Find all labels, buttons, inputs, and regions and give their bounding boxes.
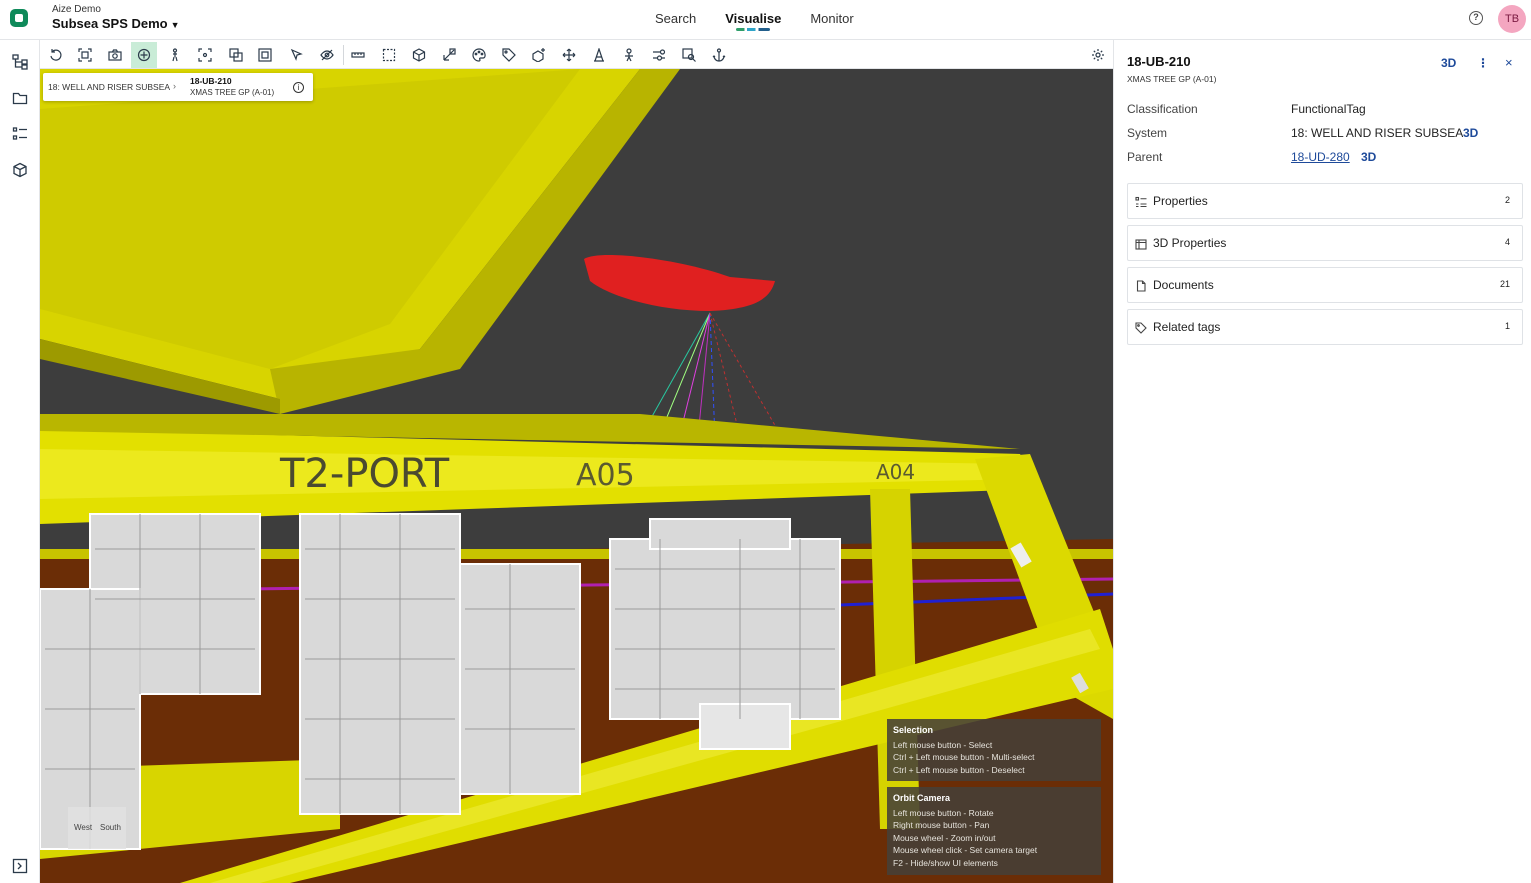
orbit-camera-hint-box: Orbit Camera Left mouse button - Rotate … bbox=[887, 787, 1101, 875]
project-name: Subsea SPS Demo bbox=[52, 16, 168, 31]
chevron-right-icon: › bbox=[173, 81, 176, 91]
section-label: Properties bbox=[1153, 194, 1208, 208]
section-properties[interactable]: Properties 2 bbox=[1127, 183, 1523, 219]
color-palette-icon[interactable] bbox=[466, 42, 492, 68]
section-count: 4 bbox=[1504, 237, 1510, 247]
3d-box-icon[interactable] bbox=[406, 42, 432, 68]
tag-icon[interactable] bbox=[496, 42, 522, 68]
section-count: 2 bbox=[1504, 195, 1510, 205]
system-label: System bbox=[1127, 126, 1168, 140]
toolbar-divider bbox=[343, 45, 344, 65]
camera-icon[interactable] bbox=[102, 42, 128, 68]
top-bar: Aize Demo Subsea SPS Demo ▼ Search Visual… bbox=[0, 0, 1531, 40]
section-label: Documents bbox=[1153, 278, 1214, 292]
caret-down-icon: ▼ bbox=[170, 20, 180, 30]
panel-title: 18-UB-210 bbox=[1127, 54, 1191, 69]
parent-link[interactable]: 18-UD-280 bbox=[1291, 150, 1350, 164]
search-region-icon[interactable] bbox=[676, 42, 702, 68]
project-selector[interactable]: Subsea SPS Demo ▼ bbox=[52, 16, 180, 31]
nav-tab-visualise[interactable]: Visualise bbox=[725, 0, 781, 40]
hint-line: Ctrl + Left mouse button - Multi-select bbox=[893, 752, 1035, 763]
beam-label-a04: A04 bbox=[876, 460, 915, 484]
panel-subtitle: XMAS TREE GP (A-01) bbox=[1127, 74, 1217, 84]
measure-ruler-icon[interactable] bbox=[345, 42, 371, 68]
layers-settings-icon[interactable] bbox=[646, 42, 672, 68]
details-panel: 18-UB-210 XMAS TREE GP (A-01) 3D ⋮ × Cla… bbox=[1113, 40, 1531, 883]
breadcrumb-system-link[interactable]: 18: WELL AND RISER SUBSEA bbox=[48, 82, 170, 92]
viewer-toolbar bbox=[40, 40, 1113, 69]
move-icon[interactable] bbox=[556, 42, 582, 68]
hierarchy-icon[interactable] bbox=[12, 54, 28, 70]
section-box-icon[interactable] bbox=[376, 42, 402, 68]
left-rail bbox=[0, 40, 40, 883]
compass-widget[interactable]: West South bbox=[68, 807, 126, 849]
hint-line: Ctrl + Left mouse button - Deselect bbox=[893, 764, 1025, 775]
help-icon[interactable]: ? bbox=[1469, 11, 1483, 25]
selection-breadcrumb: 18: WELL AND RISER SUBSEA › 18-UB-210 XM… bbox=[43, 73, 313, 101]
beam-label-t2-port: T2-PORT bbox=[279, 451, 450, 497]
section-label: 3D Properties bbox=[1153, 236, 1227, 250]
close-icon[interactable]: × bbox=[1505, 55, 1513, 70]
section-count: 21 bbox=[1499, 279, 1510, 289]
user-avatar[interactable]: TB bbox=[1498, 5, 1526, 33]
reset-view-icon[interactable] bbox=[43, 42, 69, 68]
nav-tab-monitor[interactable]: Monitor bbox=[810, 0, 853, 40]
classification-label: Classification bbox=[1127, 102, 1198, 116]
hint-line: Right mouse button - Pan bbox=[893, 820, 990, 831]
walk-mode-icon[interactable] bbox=[162, 42, 188, 68]
anchor-icon[interactable] bbox=[706, 42, 732, 68]
more-options-icon[interactable]: ⋮ bbox=[1477, 56, 1489, 70]
height-marker-icon[interactable] bbox=[586, 42, 612, 68]
organization-name: Aize Demo bbox=[52, 4, 101, 15]
parent-3d-button[interactable]: 3D bbox=[1361, 150, 1376, 164]
point-cloud-icon[interactable] bbox=[436, 42, 462, 68]
folder-icon[interactable] bbox=[12, 90, 28, 106]
selection-hint-box: Selection Left mouse button - Select Ctr… bbox=[887, 719, 1101, 781]
section-documents[interactable]: Documents 21 bbox=[1127, 267, 1523, 303]
classification-value: FunctionalTag bbox=[1291, 102, 1366, 116]
section-3d-properties[interactable]: 3D Properties 4 bbox=[1127, 225, 1523, 261]
hide-eye-icon[interactable] bbox=[314, 42, 340, 68]
isolate-selection-icon[interactable] bbox=[252, 42, 278, 68]
section-related-tags[interactable]: Related tags 1 bbox=[1127, 309, 1523, 345]
isolate-icon[interactable] bbox=[223, 42, 249, 68]
section-count: 1 bbox=[1504, 321, 1510, 331]
beam-label-a05: A05 bbox=[576, 458, 635, 493]
view-in-3d-button[interactable]: 3D bbox=[1441, 56, 1456, 70]
hint-title: Selection bbox=[893, 725, 934, 735]
parent-label: Parent bbox=[1127, 150, 1163, 164]
model-cube-icon[interactable] bbox=[12, 162, 28, 178]
3d-viewport[interactable]: T2-PORT A05 A04 18: WELL AND RISER SUBSE… bbox=[40, 69, 1113, 883]
breadcrumb-description: XMAS TREE GP (A-01) bbox=[190, 88, 275, 97]
cube-properties-icon bbox=[1135, 237, 1147, 250]
section-label: Related tags bbox=[1153, 320, 1221, 334]
info-icon[interactable]: i bbox=[293, 82, 304, 93]
fit-view-icon[interactable] bbox=[72, 42, 98, 68]
compass-west: West bbox=[74, 823, 93, 832]
aize-logo-icon[interactable] bbox=[10, 9, 28, 27]
hint-line: Left mouse button - Rotate bbox=[893, 807, 994, 818]
hint-line: F2 - Hide/show UI elements bbox=[893, 857, 998, 868]
system-3d-button[interactable]: 3D bbox=[1463, 126, 1478, 140]
list-icon bbox=[1135, 195, 1147, 208]
checklist-icon[interactable] bbox=[12, 126, 28, 142]
add-point-icon[interactable] bbox=[526, 42, 552, 68]
compass-south: South bbox=[100, 823, 121, 832]
hint-line: Mouse wheel - Zoom in/out bbox=[893, 832, 996, 843]
nav-tab-search[interactable]: Search bbox=[655, 0, 696, 40]
document-icon bbox=[1135, 279, 1147, 292]
hint-line: Left mouse button - Select bbox=[893, 739, 993, 750]
breadcrumb-tag: 18-UB-210 bbox=[190, 76, 232, 86]
settings-gear-icon[interactable] bbox=[1085, 42, 1111, 68]
main-nav: Search Visualise Monitor bbox=[655, 0, 854, 40]
system-value: 18: WELL AND RISER SUBSEA bbox=[1291, 126, 1464, 140]
orbit-target-icon[interactable] bbox=[131, 42, 157, 68]
tag-icon bbox=[1135, 321, 1147, 334]
select-pointer-icon[interactable] bbox=[284, 42, 310, 68]
expand-panel-icon[interactable] bbox=[12, 858, 28, 874]
hint-title: Orbit Camera bbox=[893, 793, 951, 803]
focus-selection-icon[interactable] bbox=[192, 42, 218, 68]
hint-line: Mouse wheel click - Set camera target bbox=[893, 845, 1038, 856]
avatar-walk-icon[interactable] bbox=[616, 42, 642, 68]
